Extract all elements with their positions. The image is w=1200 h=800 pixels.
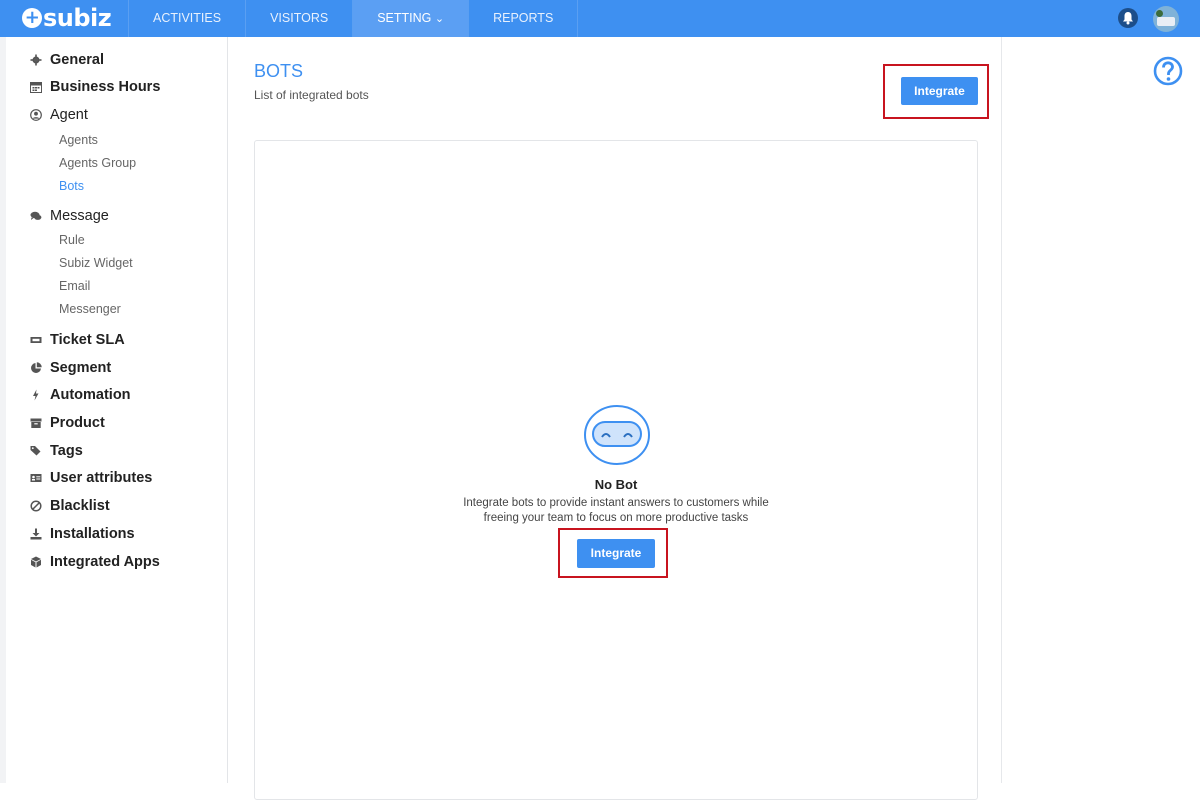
- sidebar-item-label: Segment: [50, 360, 112, 376]
- sidebar-item-tags[interactable]: Tags: [30, 441, 83, 461]
- empty-state-heading: No Bot: [594, 477, 638, 492]
- sidebar-item-label: Product: [50, 415, 105, 431]
- box-icon: [30, 418, 42, 428]
- sidebar-subitem-agents[interactable]: Agents: [59, 133, 98, 147]
- settings-sidebar: General Business Hours Agent Agents Agen…: [6, 37, 228, 783]
- subiz-logo[interactable]: + subiz: [22, 4, 112, 32]
- help-icon[interactable]: [1153, 56, 1183, 86]
- page-subtitle: List of integrated bots: [254, 88, 369, 102]
- sidebar-item-product[interactable]: Product: [30, 413, 105, 433]
- sidebar-item-agent[interactable]: Agent: [30, 105, 88, 125]
- empty-state-description: Integrate bots to provide instant answer…: [255, 496, 977, 526]
- sidebar-item-label: Automation: [50, 387, 131, 403]
- sidebar-item-label: Ticket SLA: [50, 332, 125, 348]
- sidebar-subitem-agents-group[interactable]: Agents Group: [59, 156, 136, 170]
- sidebar-subitem-bots[interactable]: Bots: [59, 179, 84, 193]
- tag-icon: [30, 446, 41, 456]
- avatar[interactable]: [1153, 6, 1179, 32]
- cube-icon: [31, 556, 41, 568]
- ticket-icon: [30, 337, 42, 343]
- chevron-down-icon: ⌄: [434, 13, 445, 25]
- empty-state-line-1: Integrate bots to provide instant answer…: [463, 497, 769, 509]
- sidebar-item-integrated-apps[interactable]: Integrated Apps: [30, 552, 160, 572]
- nav-activities[interactable]: ACTIVITIES: [128, 0, 245, 37]
- id-card-icon: [30, 474, 42, 482]
- top-navigation-bar: + subiz ACTIVITIES VISITORS SETTING ⌄ RE…: [0, 0, 1200, 37]
- sidebar-item-label: User attributes: [50, 470, 153, 486]
- nav-visitors[interactable]: VISITORS: [245, 0, 352, 37]
- sidebar-item-automation[interactable]: Automation: [30, 385, 131, 405]
- gear-icon: [30, 54, 42, 66]
- sidebar-item-label: General: [50, 52, 104, 68]
- user-circle-icon: [30, 109, 42, 121]
- sidebar-subitem-messenger[interactable]: Messenger: [59, 302, 121, 316]
- bot-icon: [584, 405, 650, 465]
- logo-text: subiz: [43, 4, 112, 32]
- sidebar-item-segment[interactable]: Segment: [30, 358, 111, 378]
- sidebar-subitem-subiz-widget[interactable]: Subiz Widget: [59, 256, 133, 270]
- bell-icon[interactable]: [1118, 8, 1138, 28]
- sidebar-item-label: Blacklist: [50, 498, 110, 514]
- sidebar-item-blacklist[interactable]: Blacklist: [30, 496, 110, 516]
- nav-setting[interactable]: SETTING ⌄: [352, 0, 469, 37]
- nav-setting-label: SETTING: [377, 11, 432, 25]
- ban-icon: [30, 500, 42, 512]
- sidebar-item-label: Agent: [50, 107, 88, 123]
- sidebar-item-label: Integrated Apps: [50, 554, 160, 570]
- sidebar-item-general[interactable]: General: [30, 50, 104, 70]
- integrate-button[interactable]: Integrate: [901, 77, 978, 105]
- sidebar-item-label: Business Hours: [50, 79, 161, 95]
- sidebar-item-label: Installations: [50, 526, 135, 542]
- sidebar-subitem-email[interactable]: Email: [59, 279, 90, 293]
- integrate-button-center[interactable]: Integrate: [577, 539, 655, 568]
- nav-reports[interactable]: REPORTS: [468, 0, 579, 37]
- page-title: BOTS: [254, 61, 304, 81]
- sidebar-item-message[interactable]: Message: [30, 206, 109, 226]
- right-pane: [1003, 37, 1200, 783]
- sidebar-item-label: Message: [50, 208, 109, 224]
- empty-state-card: No Bot Integrate bots to provide instant…: [254, 140, 978, 800]
- sidebar-subitem-rule[interactable]: Rule: [59, 233, 85, 247]
- sidebar-item-user-attributes[interactable]: User attributes: [30, 468, 152, 488]
- sidebar-item-business-hours[interactable]: Business Hours: [30, 77, 160, 97]
- chat-icon: [30, 211, 42, 220]
- main-nav: ACTIVITIES VISITORS SETTING ⌄ REPORTS: [128, 0, 579, 37]
- download-icon: [30, 528, 42, 540]
- sidebar-item-label: Tags: [50, 443, 83, 459]
- empty-state-line-2: freeing your team to focus on more produ…: [483, 512, 749, 524]
- sidebar-item-installations[interactable]: Installations: [30, 524, 135, 544]
- pie-icon: [31, 362, 42, 373]
- calendar-icon: [30, 82, 42, 93]
- sidebar-item-ticket-sla[interactable]: Ticket SLA: [30, 330, 125, 350]
- plus-icon: +: [22, 8, 42, 28]
- bolt-icon: [33, 389, 39, 401]
- main-content: BOTS List of integrated bots Integrate N…: [229, 37, 1002, 800]
